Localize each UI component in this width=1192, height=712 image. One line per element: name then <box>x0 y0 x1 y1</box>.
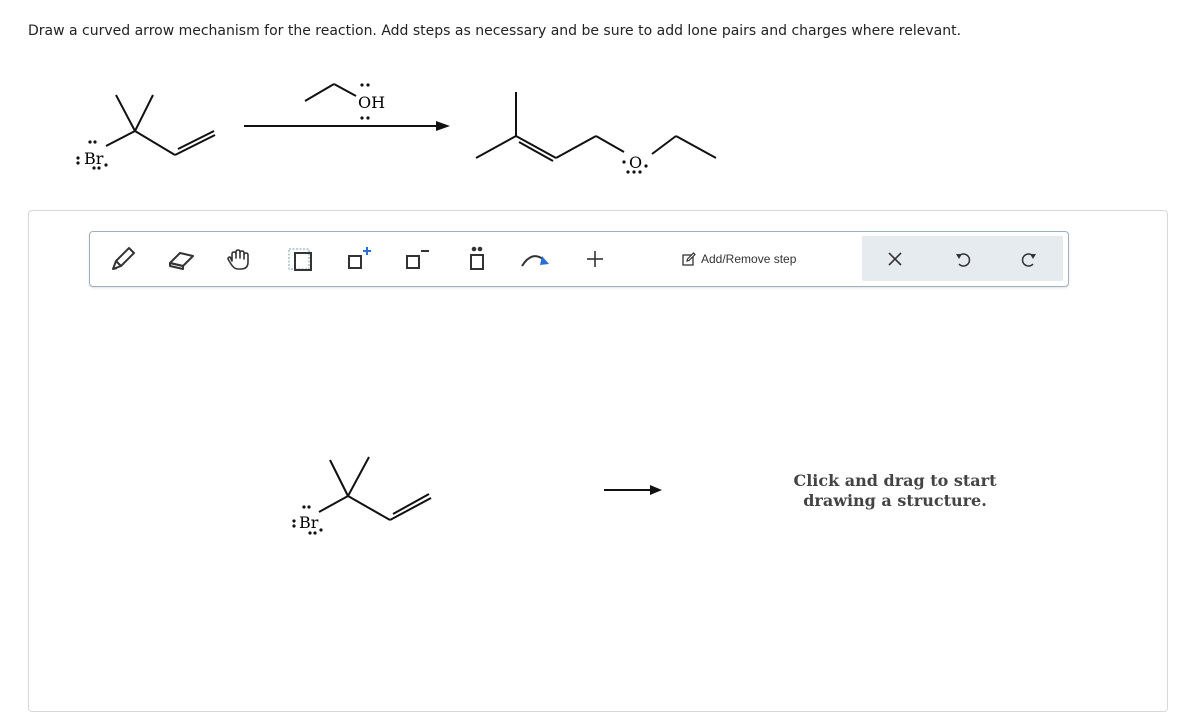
hand-icon <box>227 249 249 270</box>
drawing-hint: Click and drag to start drawing a struct… <box>793 471 997 510</box>
negative-charge-icon <box>406 250 429 269</box>
add-plus-tool-button[interactable] <box>579 243 611 275</box>
product-oxygen-label: O <box>629 153 642 172</box>
negative-charge-tool-button[interactable] <box>400 243 434 275</box>
clear-button[interactable] <box>880 244 910 274</box>
undo-icon <box>956 253 971 267</box>
close-icon <box>888 252 902 266</box>
edit-icon <box>682 252 696 266</box>
reactant-bromine-label: Br <box>84 149 104 168</box>
reagent-hydroxide-label: OH <box>358 93 385 112</box>
reagent-structure <box>304 83 357 102</box>
eraser-icon <box>169 252 194 270</box>
redo-icon <box>1021 253 1036 267</box>
positive-charge-icon <box>348 247 371 269</box>
select-box-icon <box>288 248 312 271</box>
move-tool-button[interactable] <box>222 243 256 275</box>
undo-button[interactable] <box>948 244 978 274</box>
history-controls <box>862 236 1063 281</box>
product-structure <box>475 92 717 162</box>
add-remove-step-button[interactable]: Add/Remove step <box>682 248 796 270</box>
question-prompt: Draw a curved arrow mechanism for the re… <box>28 23 962 39</box>
positive-charge-tool-button[interactable] <box>342 243 376 275</box>
lone-pair-icon <box>470 246 484 270</box>
lone-pair-tool-button[interactable] <box>460 243 494 275</box>
pencil-icon <box>112 247 135 270</box>
drawing-toolbar: Add/Remove step <box>89 231 1069 287</box>
plus-icon <box>587 251 603 267</box>
pencil-tool-button[interactable] <box>106 243 140 275</box>
redo-button[interactable] <box>1014 244 1044 274</box>
reaction-scheme: Br OH O <box>76 83 717 174</box>
select-tool-button[interactable] <box>283 243 317 275</box>
curved-arrow-tool-button[interactable] <box>518 243 552 275</box>
reaction-arrow <box>244 121 450 131</box>
reactant-structure <box>105 94 216 156</box>
curved-arrow-icon <box>521 255 549 267</box>
eraser-tool-button[interactable] <box>164 243 198 275</box>
add-remove-step-label: Add/Remove step <box>701 252 797 266</box>
